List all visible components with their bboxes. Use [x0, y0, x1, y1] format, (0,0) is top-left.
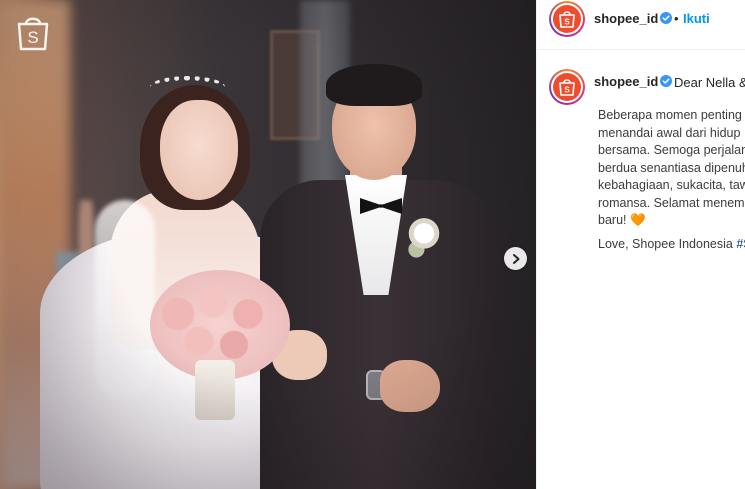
svg-text:S: S [564, 18, 570, 27]
post-side-panel: S shopee_id • Ikuti S shopee_id Dear Nel… [536, 0, 745, 489]
caption-line: berdua senantiasa dipenuh [598, 160, 745, 175]
boutonniere [405, 215, 443, 261]
bride-veil [95, 200, 155, 400]
svg-text:S: S [564, 86, 570, 95]
bouquet-ribbon [195, 360, 235, 420]
caption-avatar[interactable]: S [549, 69, 585, 105]
caption-hashtag[interactable]: #S [736, 237, 745, 251]
caption-signature-text: Love, Shopee Indonesia [598, 237, 737, 251]
caption-line: Beberapa momen penting [598, 108, 742, 122]
bride-tiara [150, 76, 225, 98]
caption-line: menandai awal dari hidup [598, 125, 741, 140]
caption-signature: Love, Shopee Indonesia #S [598, 237, 745, 251]
avatar[interactable]: S [549, 1, 585, 37]
caption-username[interactable]: shopee_id [594, 74, 658, 89]
caption-line-last: baru! 🧡 [598, 212, 745, 230]
follow-button[interactable]: Ikuti [683, 11, 710, 26]
orange-heart-icon: 🧡 [629, 213, 646, 227]
caption-line: bersama. Semoga perjalan [598, 143, 745, 157]
header-separator: • [674, 11, 679, 26]
caption-line: kebahagiaan, sukacita, taw [598, 178, 745, 192]
header-username[interactable]: shopee_id [594, 11, 658, 26]
caption-lead-text: Dear Nella & [674, 75, 745, 90]
caption-body: Beberapa momen penting menandai awal dar… [598, 107, 745, 230]
bride-face [160, 100, 238, 200]
chevron-right-icon [512, 253, 519, 264]
shopee-bag-watermark-icon: S [13, 12, 53, 52]
carousel-next-button[interactable] [504, 247, 527, 270]
groom-hand [380, 360, 440, 412]
post-header: S shopee_id • Ikuti [537, 0, 745, 50]
shopee-logo-icon: S [553, 73, 581, 101]
caption-line: romansa. Selamat menemp [598, 195, 745, 210]
groom-hair [326, 64, 422, 106]
post-photo[interactable]: S [0, 0, 536, 489]
caption-line: baru! [598, 213, 630, 227]
watermark-letter: S [27, 28, 38, 47]
verified-badge-icon [660, 75, 672, 87]
shopee-logo-icon: S [553, 5, 581, 33]
verified-badge-icon [660, 12, 672, 24]
